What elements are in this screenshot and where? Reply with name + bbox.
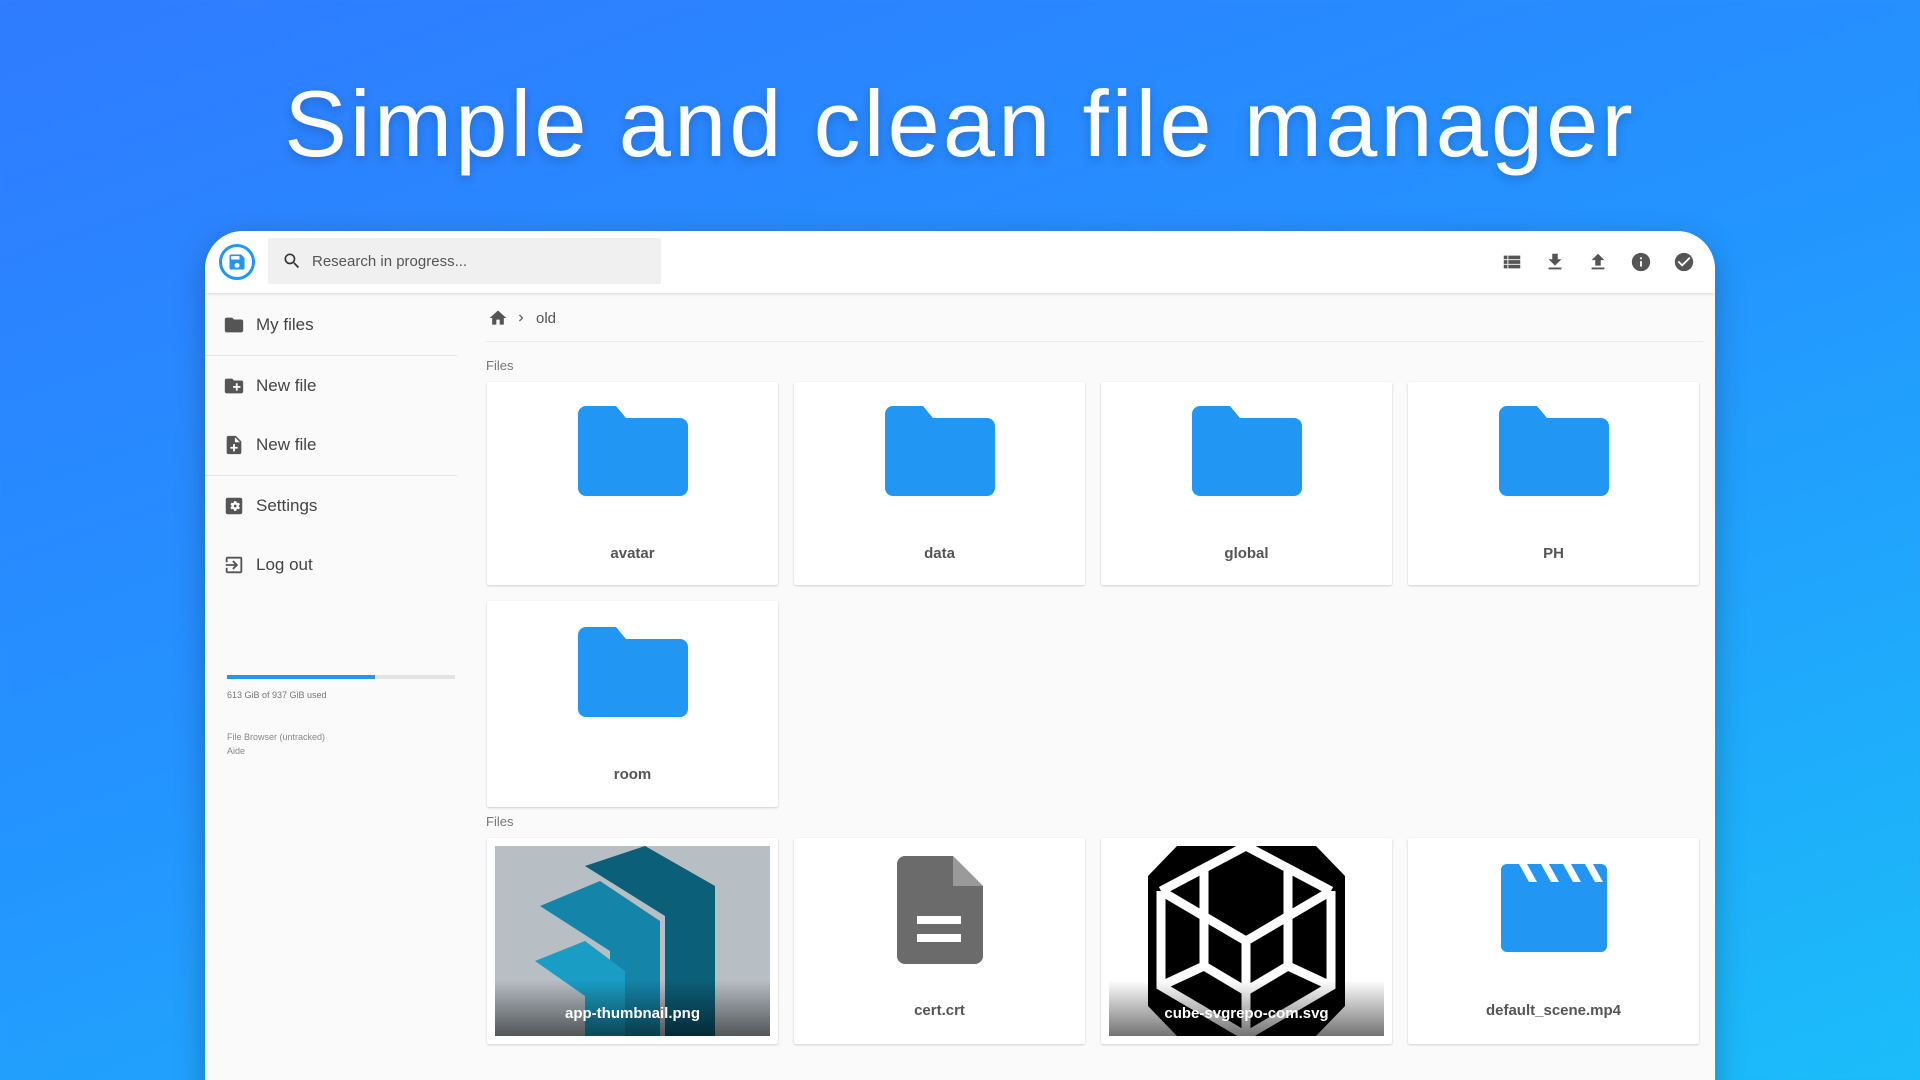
file-plus-icon (226, 435, 242, 455)
floppy-disk-icon (229, 254, 245, 270)
header-actions (1496, 245, 1699, 279)
sidebar-item-log-out[interactable]: Log out (205, 545, 457, 585)
header-bar (205, 231, 1715, 293)
search-input[interactable] (312, 252, 612, 270)
folder-icon (224, 317, 244, 333)
sidebar-item-new-folder[interactable]: New file (205, 366, 457, 406)
file-card-default-scene[interactable]: default_scene.mp4 (1408, 838, 1699, 1044)
search-box[interactable] (268, 238, 661, 284)
storage-usage-text: 613 GiB of 937 GiB used (227, 690, 327, 700)
gear-icon (225, 497, 243, 515)
storage-usage-fill (227, 675, 376, 679)
folder-name: PH (1543, 545, 1564, 562)
image-thumbnail: cube-svgrepo-com.svg (1109, 846, 1384, 1036)
movie-clapper-icon (1500, 864, 1607, 952)
folder-card-global[interactable]: global (1101, 382, 1392, 585)
sidebar-item-label: Log out (256, 555, 313, 574)
sidebar-item-label: My files (256, 315, 314, 334)
logout-icon (225, 556, 243, 574)
sidebar-item-new-file[interactable]: New file (205, 425, 457, 465)
document-icon (896, 856, 983, 964)
credit-line: File Browser (untracked) (227, 732, 326, 742)
folder-name: room (613, 766, 652, 783)
upload-button[interactable] (1582, 245, 1613, 279)
sidebar-item-label: New file (256, 376, 317, 395)
sidebar-divider (205, 475, 457, 476)
storage-usage-bar (227, 675, 455, 679)
search-icon (284, 253, 300, 269)
folder-icon (1498, 406, 1609, 496)
folder-icon (577, 406, 688, 496)
folder-icon (577, 627, 688, 717)
home-icon[interactable] (488, 308, 508, 328)
folder-name: global (1224, 545, 1269, 562)
sidebar-item-label: Settings (256, 496, 318, 515)
sidebar-item-label: New file (256, 435, 317, 454)
file-card-app-thumbnail[interactable]: app-thumbnail.png (487, 838, 778, 1044)
breadcrumb-divider (485, 341, 1703, 342)
folder-name: avatar (610, 545, 655, 562)
file-name: app-thumbnail.png (565, 1005, 700, 1022)
credit-line: Aide (227, 746, 246, 756)
folder-name: data (924, 545, 955, 562)
files-section-label: Files (486, 814, 514, 829)
select-button[interactable] (1668, 245, 1699, 279)
folder-card-ph[interactable]: PH (1408, 382, 1699, 585)
check-circle-icon (1674, 252, 1693, 272)
view-list-icon (1503, 255, 1520, 269)
file-name: cube-svgrepo-com.svg (1164, 1005, 1329, 1022)
download-button[interactable] (1539, 245, 1570, 279)
download-icon (1548, 253, 1561, 270)
info-button[interactable] (1625, 245, 1656, 279)
folders-section-label: Files (486, 358, 514, 373)
file-card-cert[interactable]: cert.crt (794, 838, 1085, 1044)
folder-card-room[interactable]: room (487, 601, 778, 807)
sidebar-divider (205, 355, 457, 356)
folder-icon (1191, 406, 1302, 496)
folder-plus-icon (224, 378, 244, 394)
sidebar: My files New file New file Settings Log … (205, 293, 457, 1080)
hero-title: Simple and clean file manager (284, 71, 1636, 176)
list-view-button[interactable] (1496, 245, 1527, 279)
upload-icon (1591, 253, 1604, 270)
app-window: My files New file New file Settings Log … (205, 231, 1715, 1080)
folder-card-data[interactable]: data (794, 382, 1085, 585)
chevron-right-icon (519, 314, 524, 322)
app-logo[interactable] (219, 244, 255, 280)
app-credit: File Browser (untracked) Aide (227, 730, 325, 758)
folder-icon (884, 406, 995, 496)
breadcrumb: old (488, 306, 556, 330)
file-name: cert.crt (914, 1002, 965, 1019)
file-name: default_scene.mp4 (1485, 1002, 1622, 1019)
info-icon (1631, 252, 1650, 272)
file-card-cube-svg[interactable]: cube-svgrepo-com.svg (1101, 838, 1392, 1044)
sidebar-item-my-files[interactable]: My files (205, 305, 457, 345)
breadcrumb-current[interactable]: old (536, 310, 556, 327)
sidebar-item-settings[interactable]: Settings (205, 486, 457, 526)
image-thumbnail: app-thumbnail.png (495, 846, 770, 1036)
folder-card-avatar[interactable]: avatar (487, 382, 778, 585)
